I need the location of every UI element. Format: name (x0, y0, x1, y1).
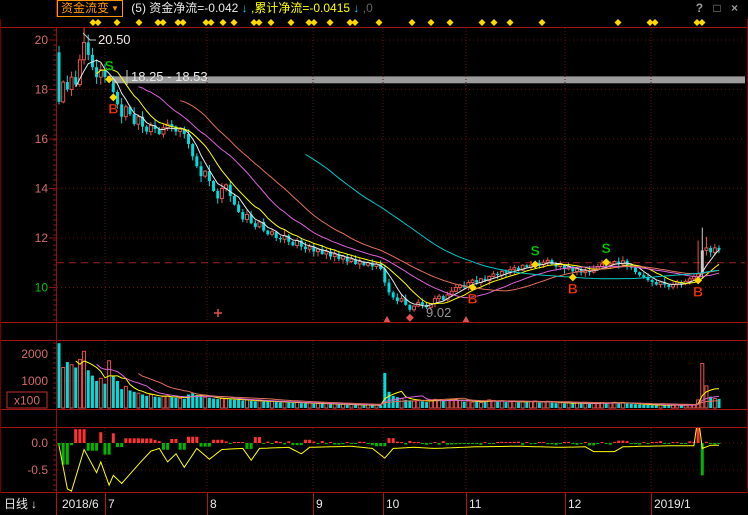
annotations: 20.50 18.25 - 18.53 9.02 (83, 32, 451, 320)
flow-indicator-selector[interactable]: 资金流变▼ (57, 0, 123, 17)
flow-values: (5) 资金净流=-0.042 ↓ ,累计净流=-0.0415 ↓ ,0 (131, 1, 372, 15)
price-tick-label: 14 (35, 182, 49, 196)
period-selector[interactable]: 日线↓ (4, 493, 37, 515)
ma-line (97, 69, 719, 304)
date-label: 2018/6 (62, 493, 99, 515)
down-arrow-icon: ↓ (31, 497, 37, 511)
flow-indicator-title: 资金流变 (61, 1, 109, 15)
price-annotation: 20.50 (98, 32, 131, 47)
sell-signal: S (602, 240, 611, 256)
sell-signal: S (104, 57, 113, 73)
date-label: 7 (108, 493, 115, 515)
date-label: 10 (386, 493, 399, 515)
chevron-down-icon: ▼ (111, 4, 119, 13)
ma-line (76, 60, 719, 306)
buy-signal: B (467, 290, 477, 306)
axis-separator (207, 493, 208, 515)
text-segment: 资金净流=-0.042 (149, 1, 238, 15)
price-tick-label: 16 (35, 132, 49, 146)
price-annotation: 18.25 - 18.53 (131, 69, 208, 84)
axis-separator (56, 493, 57, 515)
stock-chart-window: S S S B B B B 20.50 18.25 - 18.53 9.02 20 18 16 14 12 1… (0, 0, 748, 515)
flow-tick-label: 0.0 (31, 436, 48, 450)
text-segment: ↓ (238, 1, 247, 15)
event-triangle-mark (462, 316, 470, 323)
buy-signal: B (693, 283, 703, 299)
price-tick-label: 18 (35, 83, 49, 97)
axis-separator (651, 493, 652, 515)
volume-tick-label: 2000 (21, 347, 48, 361)
axis-labels: 20 18 16 14 12 10 2000 1000 x100 0.0 -0.5 (7, 33, 56, 477)
flow-indicator-bar: 资金流变▼ (5) 资金净流=-0.042 ↓ ,累计净流=-0.0415 ↓ … (0, 0, 748, 17)
text-segment: (5) (131, 1, 149, 15)
period-label: 日线 (4, 497, 28, 511)
maximize-icon[interactable]: □ (713, 1, 720, 15)
price-tick-label: 12 (35, 231, 49, 245)
flow-tick-label: -0.5 (27, 463, 48, 477)
help-icon[interactable]: ? (696, 1, 703, 15)
buy-signal: B (568, 280, 578, 296)
volume-layer (58, 343, 721, 408)
date-label: 2019/1 (654, 493, 691, 515)
price-tick-label: 20 (35, 33, 49, 47)
date-label: 8 (210, 493, 217, 515)
date-label: 12 (568, 493, 581, 515)
event-triangle-mark (383, 316, 391, 323)
volume-unit-label: x100 (14, 394, 40, 408)
timeframe-bar: 日线↓ 2018/6 7 8 9 10 11 12 2019/1 (0, 493, 748, 515)
axis-divider (56, 0, 57, 17)
sell-signal: S (531, 243, 540, 259)
axis-separator (105, 493, 106, 515)
flow-layer (58, 413, 721, 491)
axis-separator (313, 493, 314, 515)
price-annotation: 9.02 (426, 305, 451, 320)
text-segment: ,累计净流=-0.0415 (248, 1, 350, 15)
buy-signal: B (108, 100, 118, 116)
event-plus-mark (214, 309, 222, 317)
trade-signal-markers: S S S B B B B (90, 19, 706, 323)
text-segment: ↓ (350, 1, 359, 15)
date-label: 9 (316, 493, 323, 515)
date-label: 11 (469, 493, 481, 515)
axis-separator (565, 493, 566, 515)
close-icon[interactable]: × (731, 1, 738, 15)
chart-canvas: S S S B B B B 20.50 18.25 - 18.53 9.02 20 18 16 14 12 1… (0, 0, 748, 515)
price-tick-label: 10 (35, 281, 49, 295)
axis-separator (466, 493, 467, 515)
axis-separator (383, 493, 384, 515)
volume-tick-label: 1000 (21, 374, 48, 388)
text-segment: ,0 (359, 1, 372, 15)
